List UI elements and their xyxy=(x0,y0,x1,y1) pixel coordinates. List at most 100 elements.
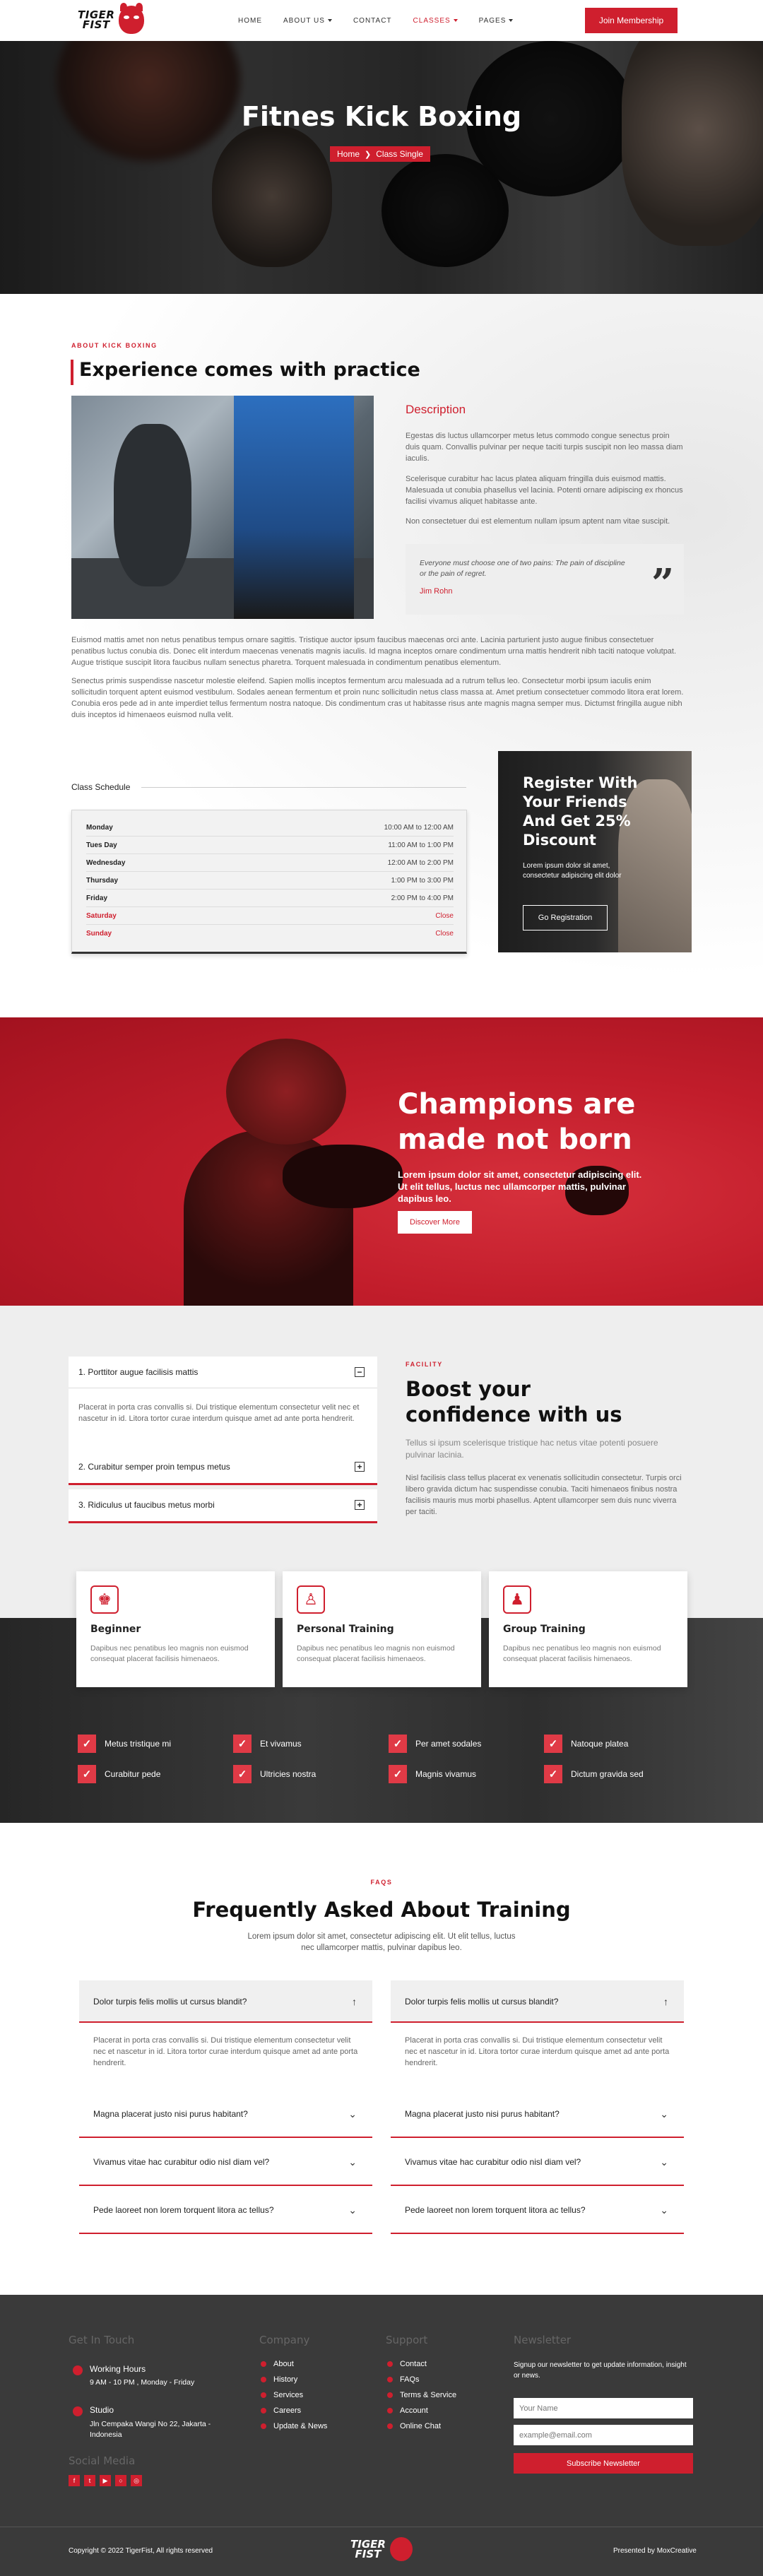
registration-promo: Register With Your Friends And Get 25% D… xyxy=(498,751,692,952)
check-icon: ✓ xyxy=(544,1765,562,1783)
promo-title: Register With Your Friends And Get 25% D… xyxy=(523,774,638,849)
footer-link[interactable]: Account xyxy=(387,2406,428,2415)
breadcrumb-current: Class Single xyxy=(376,149,423,159)
subscribe-button[interactable]: Subscribe Newsletter xyxy=(514,2453,693,2474)
page-title: Fitnes Kick Boxing xyxy=(241,101,522,132)
nav-item-pages[interactable]: PAGES xyxy=(479,17,514,25)
footer-link[interactable]: About xyxy=(261,2360,294,2368)
facebook-icon[interactable]: f xyxy=(69,2475,80,2486)
footer-link[interactable]: Careers xyxy=(261,2406,301,2415)
schedule-label: Class Schedule xyxy=(71,782,131,792)
nav-item-classes[interactable]: CLASSES xyxy=(413,17,458,25)
title-accent-bar xyxy=(71,360,73,385)
schedule-row: Sunday Close xyxy=(86,930,454,938)
footer-heading: Newsletter xyxy=(514,2334,572,2346)
instagram-icon[interactable]: ○ xyxy=(115,2475,126,2486)
feature-check: ✓ Curabitur pede xyxy=(78,1765,160,1783)
schedule-row: Saturday Close xyxy=(86,907,454,925)
footer-link[interactable]: Contact xyxy=(387,2360,427,2368)
clock-icon xyxy=(73,2365,83,2375)
dribbble-icon[interactable]: ◎ xyxy=(131,2475,142,2486)
nav-item-about-us[interactable]: ABOUT US xyxy=(283,17,332,25)
footer-heading: Get In Touch xyxy=(69,2334,135,2346)
faq-item-open[interactable]: Dolor turpis felis mollis ut cursus blan… xyxy=(391,1980,684,2023)
accordion-item-open[interactable]: 1. Porttitor augue facilisis mattis − Pl… xyxy=(69,1357,377,1467)
faq-title: Frequently Asked About Training xyxy=(192,1898,571,1922)
champions-banner: Champions are made not born Lorem ipsum … xyxy=(0,1017,763,1306)
twitter-icon[interactable]: t xyxy=(84,2475,95,2486)
about-title: Experience comes with practice xyxy=(79,359,420,381)
training-card[interactable]: ♟ Group Training Dapibus nec penatibus l… xyxy=(489,1571,687,1687)
newsletter-email-input[interactable] xyxy=(514,2425,693,2445)
check-icon: ✓ xyxy=(389,1735,407,1753)
working-hours: Working Hours 9 AM - 10 PM , Monday - Fri… xyxy=(73,2364,194,2387)
footer-link[interactable]: Update & News xyxy=(261,2422,327,2430)
quote-block: Everyone must choose one of two pains: T… xyxy=(406,544,684,615)
faq-answer: Placerat in porta cras convallis si. Dui… xyxy=(93,2036,358,2067)
discover-more-button[interactable]: Discover More xyxy=(398,1211,472,1234)
card-title: Beginner xyxy=(90,1624,141,1635)
minus-icon[interactable]: − xyxy=(355,1367,365,1377)
arrow-up-icon: ↑ xyxy=(352,1996,357,2007)
boxer-icon: ♚ xyxy=(90,1585,119,1614)
faq-item[interactable]: Pede laoreet non lorem torquent litora a… xyxy=(391,2189,684,2234)
accordion-item[interactable]: 3. Ridiculus ut faucibus metus morbi + xyxy=(69,1489,377,1523)
facility-title: Boost your confidence with us xyxy=(406,1377,622,1426)
arrow-up-icon: ↑ xyxy=(663,1996,668,2007)
quote-author: Jim Rohn xyxy=(420,587,453,596)
schedule-table: Monday 10:00 AM to 12:00 AM Tues Day 11:00… xyxy=(71,810,467,954)
check-icon: ✓ xyxy=(233,1765,252,1783)
footer-link[interactable]: Terms & Service xyxy=(387,2391,456,2399)
nav-item-home[interactable]: HOME xyxy=(238,17,262,25)
training-card[interactable]: ♚ Beginner Dapibus nec penatibus leo mag… xyxy=(76,1571,275,1687)
feature-check: ✓ Per amet sodales xyxy=(389,1735,481,1753)
breadcrumb-home[interactable]: Home xyxy=(337,149,360,159)
logo[interactable]: TIGER FIST xyxy=(78,3,145,34)
faq-subtitle: Lorem ipsum dolor sit amet, consectetur … xyxy=(247,1932,516,1952)
copyright-text: Copyright © 2022 TigerFist, All rights r… xyxy=(69,2547,213,2555)
schedule-row: Friday 2:00 PM to 4:00 PM xyxy=(86,890,454,907)
schedule-row: Monday 10:00 AM to 12:00 AM xyxy=(86,819,454,837)
feature-check: ✓ Natoque platea xyxy=(544,1735,628,1753)
faq-item-open[interactable]: Dolor turpis felis mollis ut cursus blan… xyxy=(79,1980,372,2023)
card-text: Dapibus nec penatibus leo magnis non eui… xyxy=(503,1644,661,1663)
page: TIGER FIST HOME ABOUT US CONTACT CLASSES … xyxy=(0,0,763,2576)
social-icons: f t ▶ ○ ◎ xyxy=(69,2475,142,2486)
chevron-down-icon xyxy=(453,19,458,22)
footer-link[interactable]: FAQs xyxy=(387,2375,420,2384)
plus-icon[interactable]: + xyxy=(355,1462,365,1472)
chevron-down-icon: ⌄ xyxy=(660,2204,668,2216)
go-registration-button[interactable]: Go Registration xyxy=(523,905,608,930)
chevron-down-icon: ⌄ xyxy=(660,2156,668,2168)
join-membership-button[interactable]: Join Membership xyxy=(585,8,678,33)
plus-icon[interactable]: + xyxy=(355,1500,365,1510)
training-card[interactable]: ♙ Personal Training Dapibus nec penatibu… xyxy=(283,1571,481,1687)
faq-item[interactable]: Pede laoreet non lorem torquent litora a… xyxy=(79,2189,372,2234)
chevron-down-icon: ⌄ xyxy=(348,2156,357,2168)
faq-item[interactable]: Vivamus vitae hac curabitur odio nisl di… xyxy=(391,2141,684,2186)
description-paragraph: Non consectetuer dui est elementum nulla… xyxy=(406,517,670,526)
faq-item[interactable]: Magna placerat justo nisi purus habitant… xyxy=(391,2093,684,2138)
chevron-right-icon: ❯ xyxy=(365,150,372,159)
newsletter-name-input[interactable] xyxy=(514,2398,693,2418)
chevron-down-icon: ⌄ xyxy=(660,2108,668,2120)
card-text: Dapibus nec penatibus leo magnis non eui… xyxy=(90,1644,249,1663)
footer-link[interactable]: History xyxy=(261,2375,297,2384)
accordion-label: 2. Curabitur semper proin tempus metus xyxy=(78,1462,230,1472)
footer-link[interactable]: Services xyxy=(261,2391,303,2399)
newsletter-text: Signup our newsletter to get update info… xyxy=(514,2361,687,2380)
accordion-body: Placerat in porta cras convallis si. Dui… xyxy=(78,1403,360,1423)
faq-item[interactable]: Magna placerat justo nisi purus habitant… xyxy=(79,2093,372,2138)
nav-item-contact[interactable]: CONTACT xyxy=(353,17,392,25)
faq-item[interactable]: Vivamus vitae hac curabitur odio nisl di… xyxy=(79,2141,372,2186)
accordion-item[interactable]: 2. Curabitur semper proin tempus metus + xyxy=(69,1451,377,1485)
youtube-icon[interactable]: ▶ xyxy=(100,2475,111,2486)
footer-link[interactable]: Online Chat xyxy=(387,2422,441,2430)
schedule-row: Wednesday 12:00 AM to 2:00 PM xyxy=(86,854,454,872)
feature-check: ✓ Dictum gravida sed xyxy=(544,1765,644,1783)
check-icon: ✓ xyxy=(233,1735,252,1753)
tiger-head-icon xyxy=(389,2537,413,2561)
feature-check: ✓ Ultricies nostra xyxy=(233,1765,316,1783)
footer-logo[interactable]: TIGER FIST xyxy=(350,2537,413,2561)
card-title: Personal Training xyxy=(297,1624,394,1635)
